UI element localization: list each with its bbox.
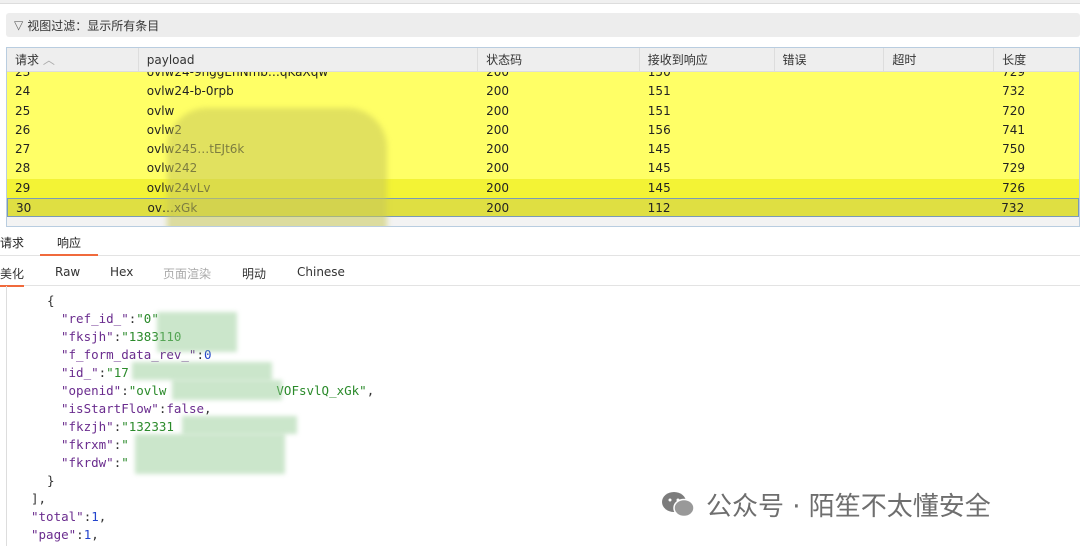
cell-timeout bbox=[884, 199, 994, 216]
filter-icon: ▽ bbox=[14, 18, 24, 32]
cell-error bbox=[775, 159, 885, 178]
cell-status: 200 bbox=[486, 142, 509, 157]
json-brace: { bbox=[47, 293, 55, 308]
cell-received: 112 bbox=[647, 201, 671, 216]
json-line: "id_":"17 bbox=[61, 365, 129, 380]
redaction-mosaic bbox=[135, 434, 285, 474]
cell-status: 200 bbox=[486, 180, 509, 195]
cell-timeout bbox=[884, 82, 994, 101]
col-request[interactable]: 请求 ︿ bbox=[7, 48, 139, 72]
cell-id: 25 bbox=[15, 103, 31, 118]
cell-payload: ovlw24-b-0rpb bbox=[146, 84, 234, 99]
cell-received: 145 bbox=[647, 180, 671, 195]
cell-received: 151 bbox=[647, 103, 671, 118]
cell-id: 27 bbox=[15, 142, 31, 157]
cell-id: 30 bbox=[16, 201, 32, 216]
message-tabs: 请求 响应 bbox=[0, 232, 1080, 256]
redaction-mosaic bbox=[157, 312, 237, 352]
cell-received: 156 bbox=[647, 122, 671, 137]
cell-received: 145 bbox=[647, 142, 671, 157]
cell-timeout bbox=[884, 179, 994, 198]
cell-timeout bbox=[884, 102, 994, 121]
cell-error bbox=[775, 179, 885, 198]
watermark: 公众号 · 陌笙不太懂安全 bbox=[660, 486, 991, 523]
cell-timeout bbox=[884, 159, 994, 178]
cell-status: 200 bbox=[486, 103, 509, 118]
table-row[interactable]: 24 ovlw24-b-0rpb 200 151 732 bbox=[7, 82, 1079, 102]
cell-id: 29 bbox=[15, 180, 31, 195]
view-tabs: 美化 Raw Hex 页面渲染 明动 Chinese bbox=[0, 262, 1080, 287]
json-line: "fkrdw":" bbox=[61, 455, 129, 470]
cell-error bbox=[775, 121, 885, 140]
cell-length: 726 bbox=[1002, 180, 1026, 195]
tab-response[interactable]: 响应 bbox=[40, 232, 98, 256]
filter-label: 视图过滤：显示所有条目 bbox=[27, 18, 160, 33]
cell-id: 24 bbox=[15, 84, 31, 99]
tab-hex[interactable]: Hex bbox=[110, 265, 133, 279]
json-line: "total":1, bbox=[31, 509, 107, 524]
redaction-mosaic bbox=[167, 108, 387, 226]
cell-error bbox=[775, 102, 885, 121]
cell-length: 729 bbox=[1002, 161, 1026, 176]
cell-error bbox=[774, 199, 884, 216]
redaction-mosaic bbox=[132, 362, 272, 380]
redaction-mosaic bbox=[172, 380, 282, 400]
tab-pretty[interactable]: 美化 bbox=[0, 265, 25, 287]
json-line: "page":1, bbox=[31, 527, 99, 542]
wechat-icon bbox=[662, 491, 695, 517]
json-brace: } bbox=[47, 473, 55, 488]
cell-status: 200 bbox=[486, 122, 509, 137]
cell-length: 750 bbox=[1002, 142, 1026, 157]
cell-status: 200 bbox=[486, 84, 509, 99]
cell-received: 145 bbox=[647, 161, 671, 176]
tab-raw[interactable]: Raw bbox=[55, 265, 80, 279]
cell-error bbox=[775, 82, 885, 101]
cell-status: 200 bbox=[486, 201, 510, 216]
col-error[interactable]: 错误 bbox=[775, 48, 885, 72]
view-filter-bar[interactable]: ▽ 视图过滤：显示所有条目 bbox=[6, 13, 1080, 37]
col-payload[interactable]: payload bbox=[139, 48, 479, 72]
col-timeout[interactable]: 超时 bbox=[884, 48, 995, 72]
json-line: "fkrxm":" bbox=[61, 437, 129, 452]
top-bar bbox=[0, 0, 1080, 4]
sort-asc-icon: ︿ bbox=[42, 53, 55, 67]
table-row[interactable]: 25 ovlw 200 151 720 bbox=[7, 101, 1079, 121]
redaction-mosaic bbox=[182, 416, 297, 434]
tab-chinese[interactable]: Chinese bbox=[297, 265, 345, 279]
results-table: 请求 ︿ payload 状态码 接收到响应 错误 超时 长度 23 ovlw24… bbox=[6, 47, 1080, 227]
tab-request[interactable]: 请求 bbox=[0, 232, 40, 256]
cell-length: 732 bbox=[1002, 84, 1026, 99]
col-length[interactable]: 长度 bbox=[994, 48, 1079, 72]
cell-timeout bbox=[884, 121, 994, 140]
cell-timeout bbox=[884, 140, 994, 159]
watermark-text: 公众号 · 陌笙不太懂安全 bbox=[706, 492, 991, 522]
tab-mingdong[interactable]: 明动 bbox=[242, 265, 266, 282]
col-received[interactable]: 接收到响应 bbox=[640, 48, 775, 72]
table-header: 请求 ︿ payload 状态码 接收到响应 错误 超时 长度 bbox=[7, 48, 1079, 72]
json-bracket: ], bbox=[31, 491, 47, 506]
cell-status: 200 bbox=[486, 161, 509, 176]
cell-id: 28 bbox=[15, 161, 31, 176]
tab-render: 页面渲染 bbox=[163, 267, 212, 281]
cell-error bbox=[775, 140, 885, 159]
json-line: "ref_id_":"0" bbox=[61, 311, 159, 326]
cell-length: 732 bbox=[1001, 201, 1025, 216]
cell-length: 720 bbox=[1002, 103, 1026, 118]
cell-length: 741 bbox=[1002, 122, 1026, 137]
col-status[interactable]: 状态码 bbox=[478, 48, 640, 72]
cell-id: 26 bbox=[15, 122, 31, 137]
cell-received: 151 bbox=[647, 84, 671, 99]
